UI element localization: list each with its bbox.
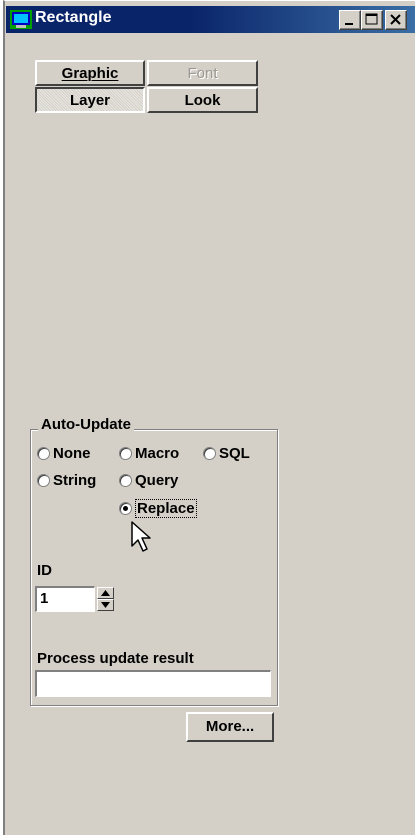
- radio-replace[interactable]: Replace: [119, 499, 197, 518]
- more-button[interactable]: More...: [186, 712, 274, 742]
- id-spinner[interactable]: [97, 587, 114, 611]
- tab-layer[interactable]: Layer: [35, 87, 145, 113]
- more-button-label: More...: [205, 718, 255, 735]
- id-label: ID: [37, 562, 52, 579]
- radio-query-label: Query: [135, 472, 179, 489]
- title-bar[interactable]: Rectangle: [6, 6, 415, 33]
- radio-string-label: String: [53, 472, 97, 489]
- radio-query-dot[interactable]: [119, 474, 132, 487]
- process-result-label: Process update result: [37, 650, 194, 667]
- close-button[interactable]: [385, 10, 407, 30]
- minimize-icon: [345, 23, 353, 25]
- tab-font[interactable]: Font: [147, 60, 258, 86]
- radio-string-dot[interactable]: [37, 474, 50, 487]
- radio-macro-dot[interactable]: [119, 447, 132, 460]
- minimize-button[interactable]: [339, 10, 361, 30]
- auto-update-group-label: Auto-Update: [38, 416, 134, 433]
- radio-macro[interactable]: Macro: [119, 445, 179, 462]
- maximize-button[interactable]: [361, 10, 383, 30]
- radio-replace-dot[interactable]: [119, 502, 132, 515]
- id-input[interactable]: 1: [35, 586, 95, 612]
- rectangle-app-icon: [10, 10, 32, 29]
- spin-down-button[interactable]: [97, 599, 114, 611]
- radio-sql-dot[interactable]: [203, 447, 216, 460]
- radio-query[interactable]: Query: [119, 472, 178, 489]
- tab-layer-label: Layer: [69, 92, 111, 109]
- maximize-icon: [365, 13, 378, 25]
- radio-none-label: None: [53, 445, 91, 462]
- radio-replace-label: Replace: [135, 499, 197, 518]
- radio-macro-label: Macro: [135, 445, 180, 462]
- spin-up-button[interactable]: [97, 587, 114, 599]
- radio-none-dot[interactable]: [37, 447, 50, 460]
- tab-graphic[interactable]: Graphic: [35, 60, 145, 86]
- tab-look-label: Look: [184, 92, 221, 109]
- radio-sql[interactable]: SQL: [203, 445, 250, 462]
- radio-sql-label: SQL: [219, 445, 250, 462]
- process-result-field[interactable]: [35, 670, 271, 697]
- up-arrow-icon: [101, 590, 110, 596]
- down-arrow-icon: [101, 602, 110, 608]
- tab-graphic-label: Graphic: [61, 65, 119, 82]
- radio-none[interactable]: None: [37, 445, 91, 462]
- radio-string[interactable]: String: [37, 472, 96, 489]
- window-title: Rectangle: [35, 9, 112, 26]
- arrow-cursor-icon: [131, 521, 151, 552]
- tab-look[interactable]: Look: [147, 87, 258, 113]
- id-input-value: 1: [40, 590, 49, 607]
- close-icon: [390, 14, 401, 25]
- tab-font-label: Font: [187, 65, 218, 82]
